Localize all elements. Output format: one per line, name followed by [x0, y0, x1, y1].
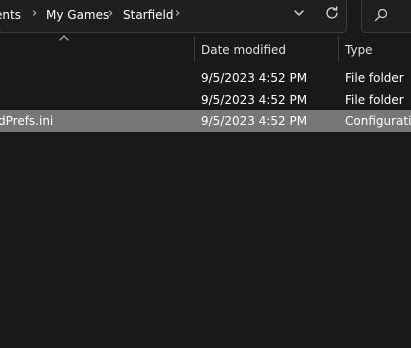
file-type: File folder [345, 71, 404, 85]
refresh-icon[interactable] [325, 6, 339, 20]
file-date-modified: 9/5/2023 4:52 PM [201, 114, 308, 128]
breadcrumb-separator-icon[interactable]: › [175, 6, 180, 22]
column-divider[interactable] [338, 36, 339, 62]
breadcrumb-my-games[interactable]: My Games [46, 7, 109, 23]
search-icon [374, 8, 388, 22]
column-header-type[interactable]: Type [345, 42, 373, 58]
file-name: dPrefs.ini [0, 114, 54, 128]
file-date-modified: 9/5/2023 4:52 PM [201, 71, 308, 85]
sort-up-arrow-icon [59, 35, 69, 41]
search-box[interactable] [361, 0, 411, 33]
breadcrumb-separator-icon[interactable]: › [32, 6, 37, 22]
breadcrumb-separator-icon[interactable]: › [108, 6, 113, 22]
file-row[interactable]: 9/5/2023 4:52 PM File folder [0, 89, 411, 111]
breadcrumb-documents[interactable]: ents [0, 7, 21, 23]
breadcrumb-starfield[interactable]: Starfield [123, 7, 174, 23]
file-type: File folder [345, 93, 404, 107]
file-explorer-window: ents › My Games › Starfield › Date modif… [0, 0, 411, 348]
file-date-modified: 9/5/2023 4:52 PM [201, 93, 308, 107]
file-type: Configuration [345, 114, 411, 128]
column-divider[interactable] [194, 36, 195, 62]
file-row-selected[interactable]: dPrefs.ini 9/5/2023 4:52 PM Configuratio… [0, 110, 411, 132]
column-header-date-modified[interactable]: Date modified [201, 42, 286, 58]
chevron-down-icon[interactable] [292, 6, 306, 20]
address-bar[interactable]: ents › My Games › Starfield › [0, 0, 347, 33]
file-row[interactable]: 9/5/2023 4:52 PM File folder [0, 67, 411, 89]
